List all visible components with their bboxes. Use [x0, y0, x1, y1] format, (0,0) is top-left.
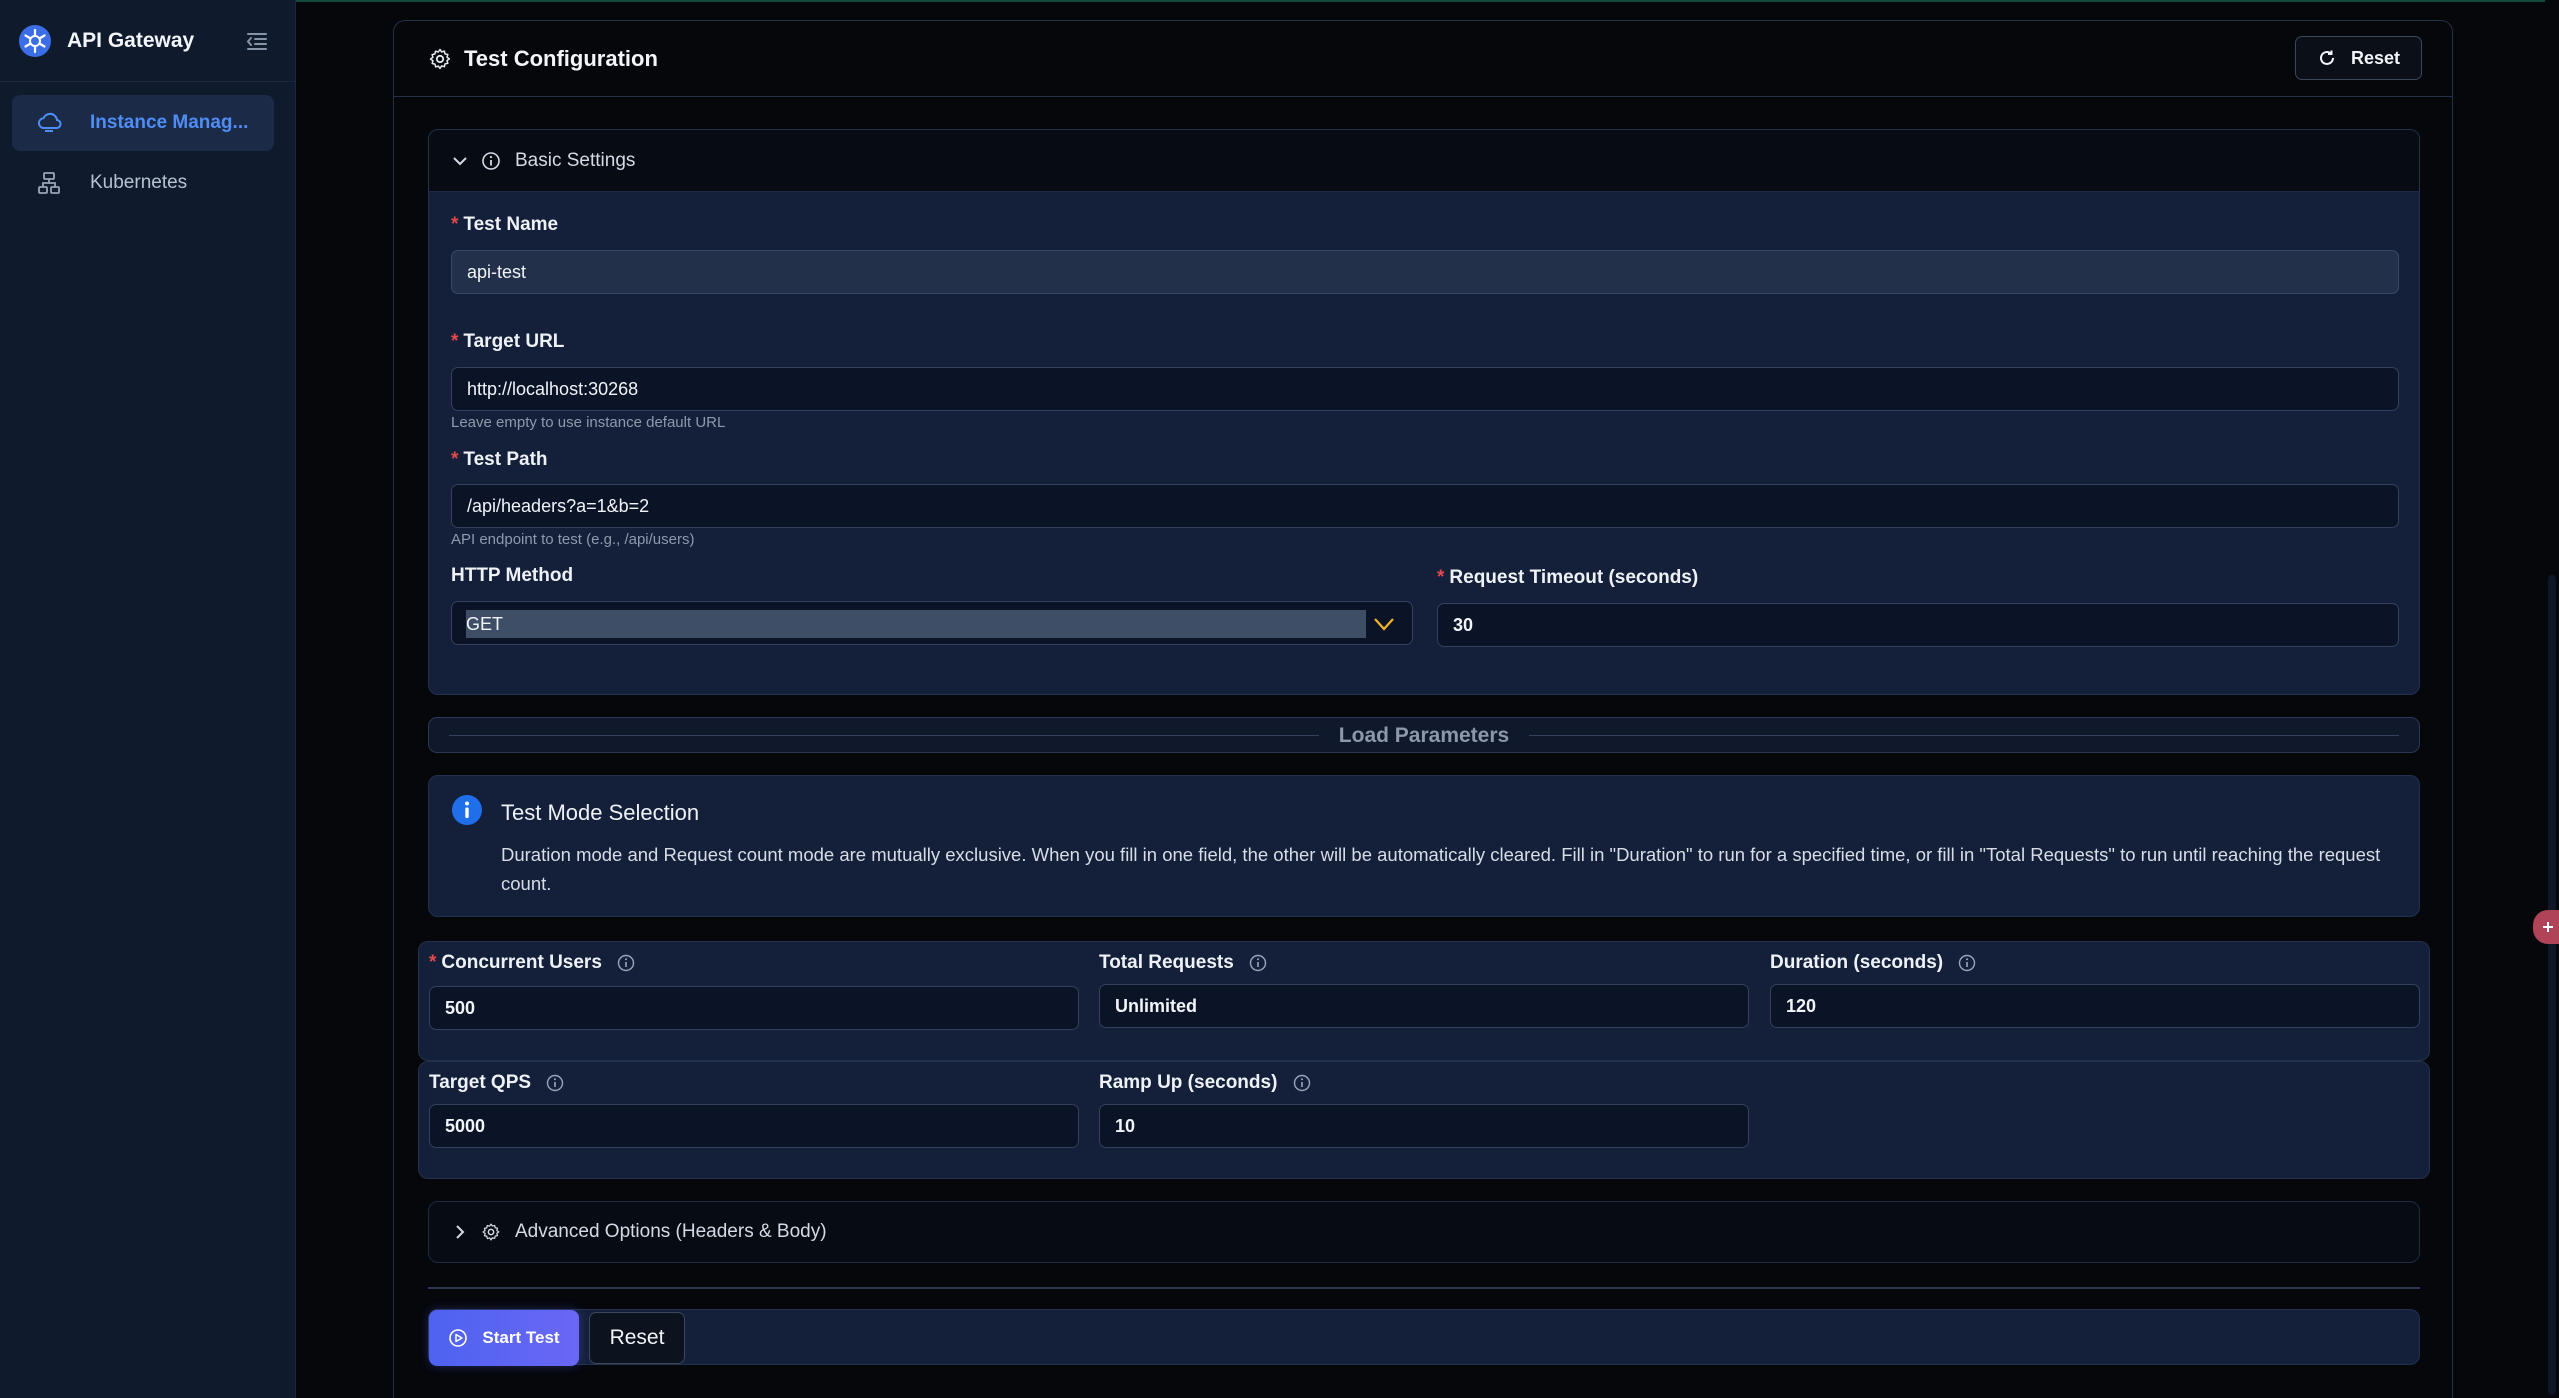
- target-url-label: * Target URL: [451, 331, 564, 353]
- cluster-icon: [38, 172, 60, 194]
- play-circle-icon: [449, 1329, 468, 1347]
- chevron-down-icon: [453, 156, 467, 165]
- label-text: Target URL: [463, 331, 565, 352]
- gear-icon: [429, 48, 451, 69]
- target-url-hint: Leave empty to use instance default URL: [451, 414, 726, 431]
- target-qps-input[interactable]: 5000: [429, 1104, 1079, 1148]
- required-mark: *: [451, 449, 459, 470]
- timeout-label: * Request Timeout (seconds): [1437, 567, 1698, 589]
- required-mark: *: [1437, 567, 1445, 588]
- start-test-button[interactable]: Start Test: [429, 1310, 579, 1366]
- sidebar-item-instance-management[interactable]: Instance Manag...: [12, 95, 274, 151]
- menu-fold-icon[interactable]: [244, 28, 270, 54]
- divider-line: [1529, 735, 2399, 736]
- helm-logo-icon: [19, 24, 51, 57]
- test-path-input[interactable]: /api/headers?a=1&b=2: [451, 484, 2399, 528]
- label-text: Target QPS: [429, 1072, 532, 1093]
- chevron-right-icon: [456, 1225, 465, 1239]
- page-title: Test Configuration: [464, 45, 658, 71]
- divider: [428, 1287, 2420, 1289]
- label-text: Ramp Up (seconds): [1099, 1072, 1278, 1093]
- test-mode-alert: Test Mode Selection Duration mode and Re…: [428, 775, 2420, 917]
- cloud-icon: [37, 112, 62, 132]
- load-row-2: Target QPS 5000 Ramp Up (seconds) 10: [418, 1061, 2430, 1179]
- test-path-hint: API endpoint to test (e.g., /api/users): [451, 531, 695, 548]
- alert-title: Test Mode Selection: [501, 800, 700, 825]
- alert-message: Duration mode and Request count mode are…: [501, 844, 2381, 894]
- basic-settings-toggle[interactable]: Basic Settings: [429, 130, 2419, 192]
- basic-settings-panel: Basic Settings * Test Name api-test * Targ…: [428, 129, 2420, 695]
- info-circle-icon: [482, 151, 500, 170]
- concurrent-users-input[interactable]: 500: [429, 986, 1079, 1030]
- label-text: Duration (seconds): [1770, 952, 1944, 973]
- top-accent-line: [0, 0, 2559, 2]
- info-circle-icon[interactable]: [1249, 954, 1267, 972]
- card-header: Test Configuration: [394, 21, 2452, 97]
- info-circle-icon[interactable]: [1293, 1074, 1311, 1092]
- required-mark: *: [451, 214, 459, 235]
- http-method-label: HTTP Method: [451, 565, 574, 586]
- label-text: Request Timeout (seconds): [1449, 567, 1699, 588]
- duration-label: Duration (seconds): [1770, 952, 1976, 974]
- sidebar-item-kubernetes[interactable]: Kubernetes: [12, 155, 274, 211]
- header-reset-button[interactable]: Reset: [2295, 36, 2422, 80]
- reload-icon: [2320, 50, 2334, 65]
- info-circle-icon[interactable]: [546, 1074, 564, 1092]
- load-row-1: * Concurrent Users 500 Total Requests Unl…: [418, 941, 2430, 1061]
- label-text: Test Name: [463, 214, 559, 235]
- divider-line: [449, 735, 1319, 736]
- gear-icon: [482, 1223, 500, 1241]
- info-circle-icon[interactable]: [1958, 954, 1976, 972]
- reset-label: Reset: [2350, 47, 2401, 68]
- reset-button[interactable]: Reset: [589, 1312, 685, 1364]
- target-url-input[interactable]: http://localhost:30268: [451, 367, 2399, 411]
- required-mark: *: [451, 331, 459, 352]
- total-requests-input[interactable]: Unlimited: [1099, 984, 1749, 1028]
- total-requests-label: Total Requests: [1099, 952, 1267, 974]
- label-text: Total Requests: [1099, 952, 1234, 973]
- app-title: API Gateway: [67, 28, 195, 52]
- advanced-options-toggle[interactable]: Advanced Options (Headers & Body): [428, 1201, 2420, 1263]
- floating-helper-icon[interactable]: [2533, 910, 2559, 944]
- basic-settings-title: Basic Settings: [515, 149, 636, 171]
- ramp-up-label: Ramp Up (seconds): [1099, 1072, 1311, 1094]
- test-configuration-card: Test Configuration Reset Basic Settings …: [393, 20, 2453, 1398]
- http-method-select[interactable]: GET: [451, 601, 1413, 645]
- sidebar: API Gateway Instance Manag... Kubernetes: [0, 0, 296, 1398]
- label-text: Concurrent Users: [441, 952, 602, 973]
- test-name-label: * Test Name: [451, 214, 558, 236]
- concurrent-users-label: * Concurrent Users: [429, 952, 635, 974]
- load-parameters-divider: Load Parameters: [428, 717, 2420, 753]
- http-method-value: GET: [466, 610, 1366, 638]
- plus-icon: [2543, 922, 2553, 932]
- test-path-label: * Test Path: [451, 449, 548, 471]
- load-parameters-title: Load Parameters: [1338, 724, 1510, 747]
- sidebar-item-label: Kubernetes: [90, 172, 188, 193]
- action-bar: Start Test Reset: [428, 1309, 2420, 1366]
- scrollbar-thumb[interactable]: [2548, 575, 2556, 1395]
- duration-input[interactable]: 120: [1770, 984, 2420, 1028]
- start-test-label: Start Test: [482, 1328, 560, 1347]
- advanced-options-title: Advanced Options (Headers & Body): [515, 1221, 827, 1242]
- sidebar-item-label: Instance Manag...: [90, 112, 249, 133]
- ramp-up-input[interactable]: 10: [1099, 1104, 1749, 1148]
- info-circle-icon[interactable]: [617, 954, 635, 972]
- required-mark: *: [429, 952, 437, 973]
- label-text: Test Path: [463, 449, 548, 470]
- timeout-input[interactable]: 30: [1437, 603, 2399, 647]
- test-name-input[interactable]: api-test: [451, 250, 2399, 294]
- info-icon: [452, 795, 482, 825]
- target-qps-label: Target QPS: [429, 1072, 564, 1094]
- chevron-down-icon: [1374, 618, 1394, 631]
